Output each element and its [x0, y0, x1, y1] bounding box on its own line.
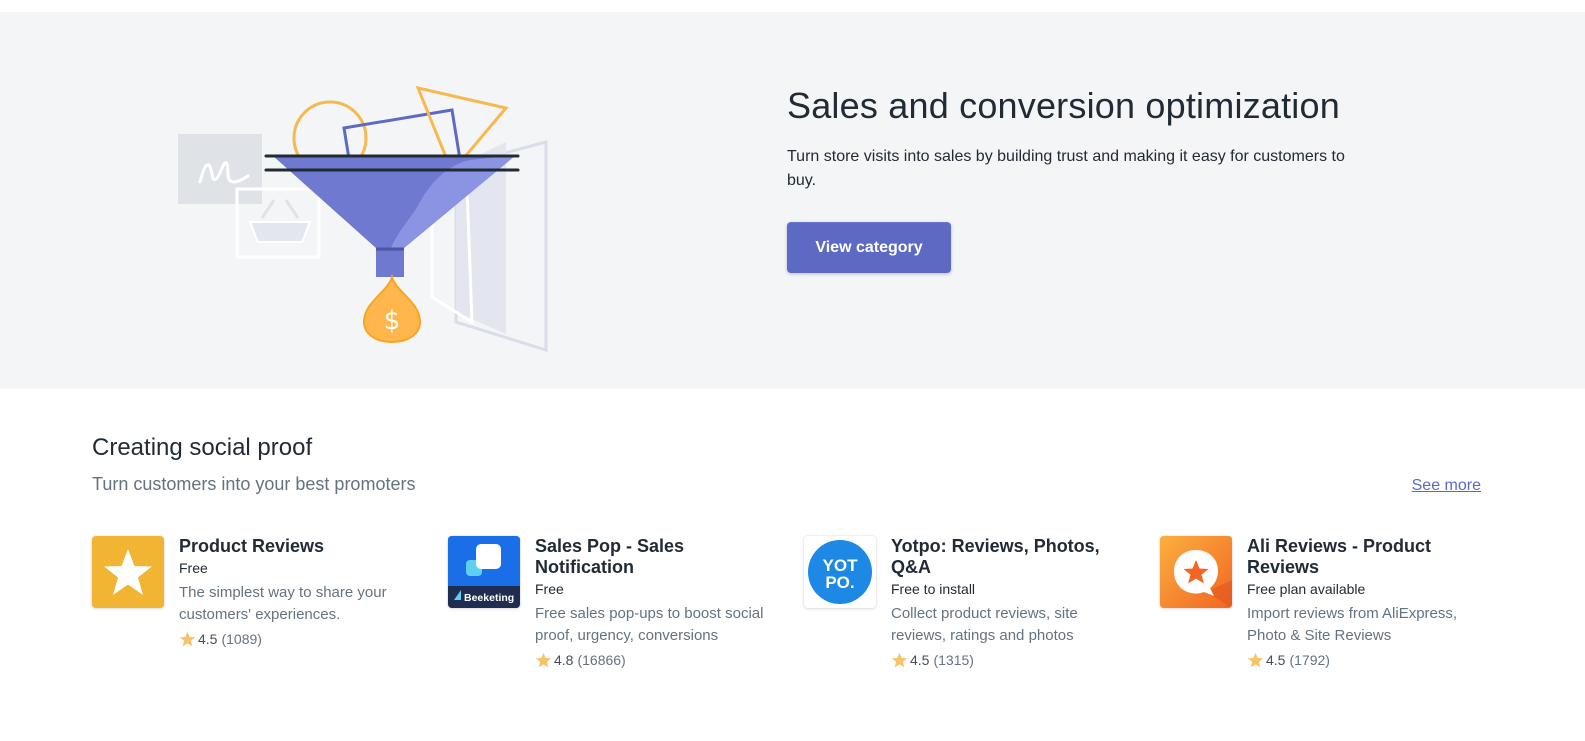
- rating-star-icon: [179, 631, 196, 646]
- app-price: Free to install: [891, 581, 976, 597]
- app-name[interactable]: Product Reviews: [179, 536, 422, 557]
- app-card-ali-reviews[interactable]: Ali Reviews - Product Reviews Free plan …: [1160, 536, 1490, 686]
- star-icon[interactable]: [92, 536, 164, 608]
- app-description: Free sales pop-ups to boost social proof…: [535, 605, 764, 644]
- app-name[interactable]: Ali Reviews - Product Reviews: [1247, 536, 1490, 578]
- beeketing-icon[interactable]: Beeketing: [448, 536, 520, 608]
- yotpo-wordmark-line2: PO.: [825, 573, 854, 592]
- app-rating: 4.5 (1089): [179, 630, 422, 648]
- beeketing-wordmark: Beeketing: [464, 592, 514, 604]
- sales-funnel-illustration: $: [178, 85, 548, 352]
- app-price: Free: [535, 581, 564, 597]
- section-subtitle: Turn customers into your best promoters: [92, 474, 416, 494]
- yotpo-icon[interactable]: YOT PO.: [804, 536, 876, 608]
- svg-text:$: $: [384, 306, 401, 336]
- rating-count: (1792): [1289, 652, 1330, 668]
- rating-value: 4.8: [554, 652, 574, 668]
- rating-star-icon: [535, 652, 552, 667]
- app-price: Free: [179, 560, 208, 576]
- top-strip: [0, 0, 1585, 12]
- rating-value: 4.5: [198, 631, 218, 647]
- rating-count: (1315): [933, 652, 974, 668]
- app-name[interactable]: Yotpo: Reviews, Photos, Q&A: [891, 536, 1134, 578]
- app-rating: 4.5 (1792): [1247, 651, 1490, 669]
- app-rating: 4.8 (16866): [535, 651, 778, 669]
- app-card-sales-pop[interactable]: Beeketing Sales Pop - Sales Notification…: [448, 536, 778, 686]
- rating-star-icon: [891, 652, 908, 667]
- app-card-yotpo[interactable]: YOT PO. Yotpo: Reviews, Photos, Q&A Free…: [804, 536, 1134, 686]
- ali-reviews-icon[interactable]: [1160, 536, 1232, 608]
- app-description: Collect product reviews, site reviews, r…: [891, 605, 1078, 644]
- app-info: Product Reviews Free The simplest way to…: [179, 536, 422, 648]
- rating-count: (16866): [577, 652, 626, 668]
- app-card-product-reviews[interactable]: Product Reviews Free The simplest way to…: [92, 536, 422, 686]
- hero-description: Turn store visits into sales by building…: [787, 148, 1345, 189]
- rating-star-icon: [1247, 652, 1264, 667]
- app-name[interactable]: Sales Pop - Sales Notification: [535, 536, 778, 578]
- app-price: Free plan available: [1247, 581, 1366, 597]
- app-info: Yotpo: Reviews, Photos, Q&A Free to inst…: [891, 536, 1134, 669]
- app-description: Import reviews from AliExpress, Photo & …: [1247, 605, 1458, 644]
- section-title: Creating social proof: [92, 434, 313, 461]
- rating-value: 4.5: [1266, 652, 1286, 668]
- app-info: Ali Reviews - Product Reviews Free plan …: [1247, 536, 1490, 669]
- view-category-button[interactable]: View category: [787, 222, 951, 273]
- hero-title: Sales and conversion optimization: [787, 85, 1340, 126]
- category-hero: $ Sales and conversion optimization Turn…: [0, 12, 1585, 389]
- app-rating: 4.5 (1315): [891, 651, 1134, 669]
- app-description: The simplest way to share your customers…: [179, 584, 387, 623]
- see-more-link[interactable]: See more: [1412, 477, 1481, 495]
- rating-value: 4.5: [910, 652, 930, 668]
- app-list: Product Reviews Free The simplest way to…: [92, 536, 1492, 686]
- rating-count: (1089): [221, 631, 262, 647]
- app-info: Sales Pop - Sales Notification Free Free…: [535, 536, 778, 669]
